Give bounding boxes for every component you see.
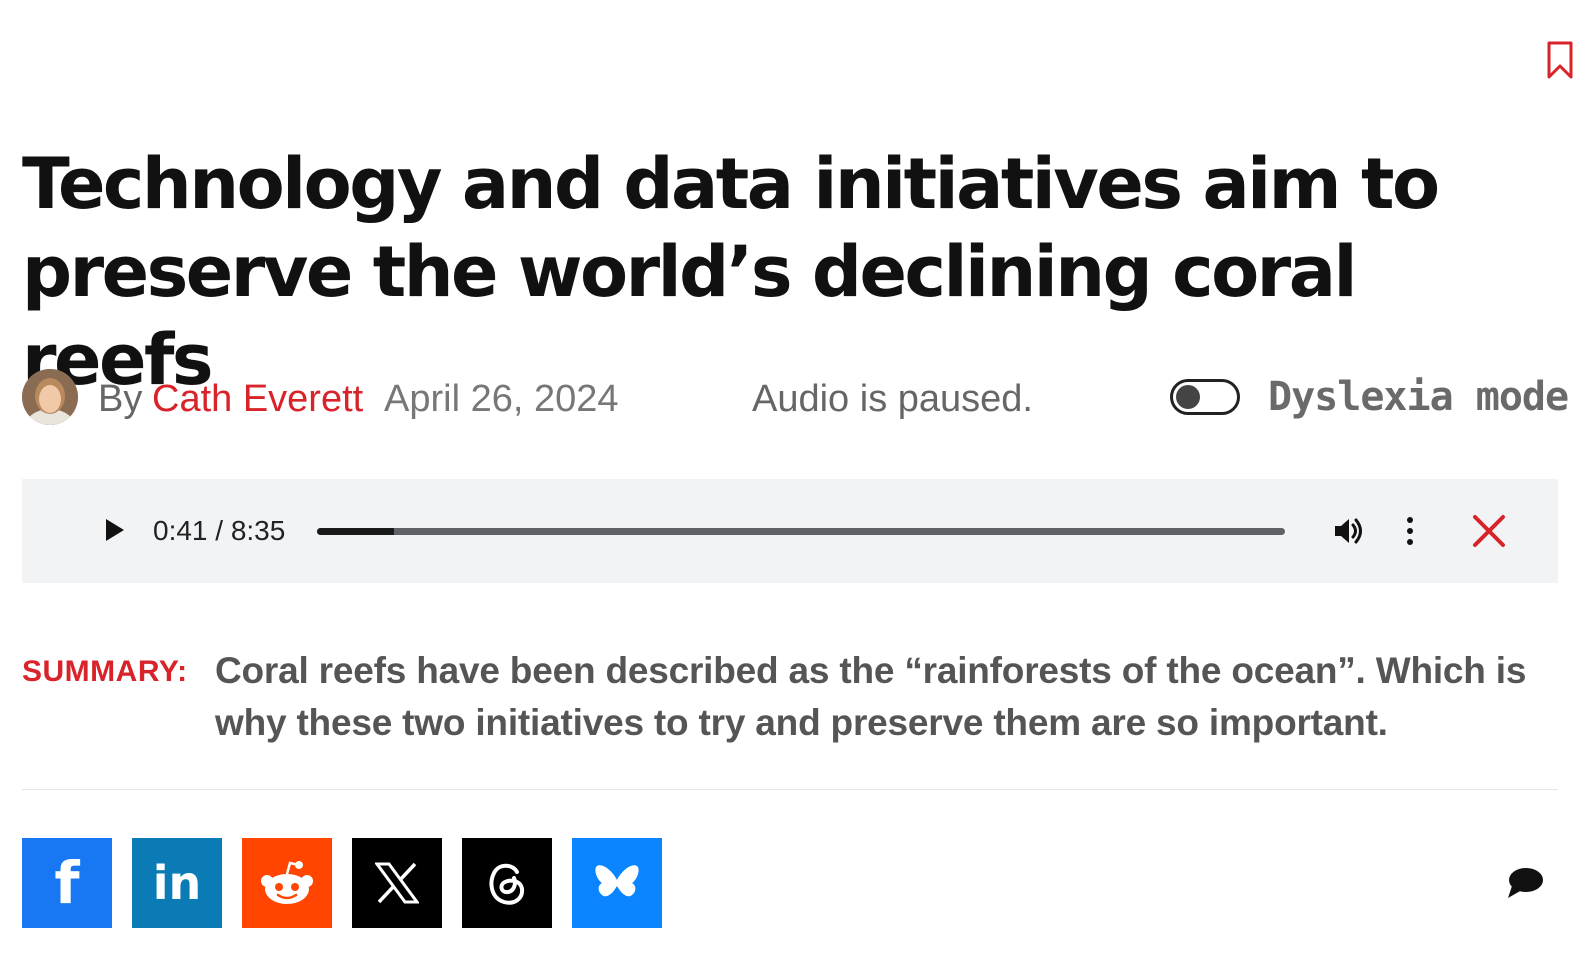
progress-bar[interactable] [317, 528, 1285, 535]
play-icon[interactable] [104, 517, 126, 543]
playback-time: 0:41 / 8:35 [153, 515, 286, 546]
comment-icon[interactable] [1506, 866, 1544, 900]
article-title: Technology and data initiatives aim to p… [22, 143, 1440, 401]
audio-status: Audio is paused. [752, 378, 1033, 420]
share-facebook-button[interactable]: f [22, 838, 112, 928]
threads-icon [489, 863, 525, 905]
dyslexia-mode-toggle[interactable] [1170, 379, 1240, 415]
summary-label: SUMMARY: [22, 655, 188, 688]
share-reddit-button[interactable] [242, 838, 332, 928]
byline-prefix: By [98, 378, 143, 420]
share-linkedin-button[interactable]: in [132, 838, 222, 928]
volume-icon[interactable] [1331, 513, 1367, 549]
share-x-button[interactable] [352, 838, 442, 928]
author-avatar[interactable] [22, 369, 78, 425]
divider [22, 789, 1558, 790]
reddit-icon [261, 861, 313, 904]
audio-player: 0:41 / 8:35 [22, 479, 1558, 583]
linkedin-icon: in [152, 856, 202, 910]
share-threads-button[interactable] [462, 838, 552, 928]
toggle-knob [1176, 385, 1200, 409]
author-link[interactable]: Cath Everett [152, 377, 363, 421]
more-options-icon[interactable] [1402, 513, 1418, 549]
dyslexia-mode-label: Dyslexia mode [1268, 374, 1569, 420]
facebook-icon: f [54, 849, 80, 917]
bluesky-icon [595, 865, 639, 897]
progress-fill [317, 528, 395, 535]
x-icon [375, 862, 419, 904]
bookmark-icon[interactable] [1546, 40, 1574, 80]
summary-text: Coral reefs have been described as the “… [215, 650, 1527, 743]
publish-date: April 26, 2024 [384, 378, 619, 420]
share-bluesky-button[interactable] [572, 838, 662, 928]
close-icon[interactable] [1471, 513, 1507, 549]
byline: By Cath Everett April 26, 2024 Audio is … [22, 369, 1594, 427]
